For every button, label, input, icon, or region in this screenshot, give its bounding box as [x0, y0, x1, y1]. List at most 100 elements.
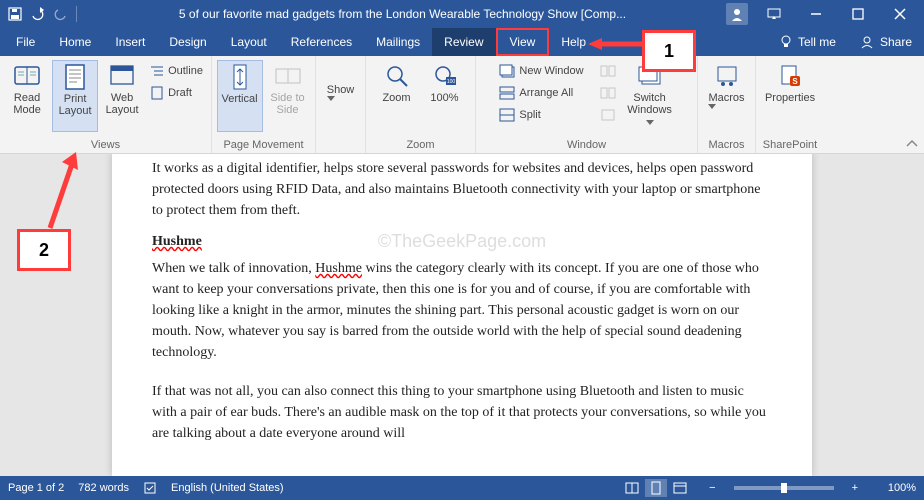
status-print-layout-icon[interactable] [645, 479, 667, 497]
zoom-100-button[interactable]: 100 100% [422, 60, 468, 132]
bulb-icon [780, 35, 792, 49]
tab-mailings[interactable]: Mailings [364, 28, 432, 56]
window-group-label: Window [482, 137, 691, 151]
tell-me-label: Tell me [798, 35, 836, 49]
new-window-button[interactable]: New Window [495, 60, 587, 82]
draft-button[interactable]: Draft [146, 82, 207, 104]
outline-button[interactable]: Outline [146, 60, 207, 82]
side-to-side-icon [272, 62, 304, 90]
callout-2: 2 [17, 229, 71, 271]
split-icon [499, 108, 515, 122]
macros-label: Macros [708, 92, 744, 109]
vertical-icon [224, 63, 256, 91]
zoom-label: Zoom [382, 92, 410, 104]
macros-button[interactable]: Macros [704, 60, 750, 132]
vertical-label: Vertical [221, 93, 257, 105]
zoom-out-icon[interactable]: − [705, 482, 719, 494]
show-button[interactable]: Show [320, 60, 362, 132]
ribbon-options-icon[interactable] [754, 0, 794, 28]
tab-references[interactable]: References [279, 28, 364, 56]
tab-layout[interactable]: Layout [219, 28, 279, 56]
page[interactable]: It works as a digital identifier, helps … [112, 154, 812, 476]
close-icon[interactable] [880, 0, 920, 28]
split-button[interactable]: Split [495, 104, 587, 126]
proofing-icon[interactable] [143, 481, 157, 495]
print-layout-icon [59, 63, 91, 91]
draft-label: Draft [168, 87, 192, 99]
zoom-group-label: Zoom [372, 137, 469, 151]
arrow-1 [588, 36, 644, 52]
document-title: 5 of our favorite mad gadgets from the L… [85, 7, 720, 21]
properties-icon: S [774, 62, 806, 90]
maximize-icon[interactable] [838, 0, 878, 28]
show-label: Show [327, 84, 355, 101]
paragraph[interactable]: If that was not all, you can also connec… [152, 381, 772, 444]
share-label: Share [880, 35, 912, 49]
split-label: Split [519, 109, 540, 121]
tab-review[interactable]: Review [432, 28, 495, 56]
zoom-icon [381, 62, 413, 90]
web-layout-icon [106, 62, 138, 90]
print-layout-button[interactable]: Print Layout [52, 60, 98, 132]
tab-file[interactable]: File [4, 28, 47, 56]
zoom-100-label: 100% [430, 92, 458, 104]
zoom-level[interactable]: 100% [876, 482, 916, 494]
redo-icon[interactable] [54, 7, 68, 21]
user-avatar-icon[interactable] [726, 3, 748, 25]
side-to-side-label: Side to Side [270, 92, 304, 116]
new-window-icon [499, 64, 515, 78]
macros-icon [711, 62, 743, 90]
save-icon[interactable] [8, 7, 22, 21]
properties-label: Properties [765, 92, 815, 104]
document-area[interactable]: It works as a digital identifier, helps … [0, 154, 924, 476]
side-to-side-button[interactable]: Side to Side [265, 60, 311, 132]
tab-insert[interactable]: Insert [103, 28, 157, 56]
draft-icon [150, 86, 164, 100]
page-movement-group-label: Page Movement [218, 137, 309, 151]
minimize-icon[interactable] [796, 0, 836, 28]
share-icon [860, 35, 874, 49]
paragraph[interactable]: When we talk of innovation, Hushme wins … [152, 258, 772, 363]
show-icon [325, 62, 357, 82]
reset-window-button [596, 104, 620, 126]
read-mode-button[interactable]: Read Mode [4, 60, 50, 132]
read-mode-icon [11, 62, 43, 90]
print-layout-label: Print Layout [59, 93, 92, 117]
arrange-all-button[interactable]: Arrange All [495, 82, 587, 104]
outline-label: Outline [168, 65, 203, 77]
collapse-ribbon-icon[interactable] [906, 139, 918, 149]
arrow-2 [40, 148, 84, 232]
paragraph[interactable]: It works as a digital identifier, helps … [152, 158, 772, 221]
heading-hushme[interactable]: Hushme [152, 231, 772, 252]
web-layout-button[interactable]: Web Layout [100, 60, 144, 132]
page-count[interactable]: Page 1 of 2 [8, 482, 64, 494]
zoom-in-icon[interactable]: + [848, 482, 862, 494]
new-window-label: New Window [519, 65, 583, 77]
zoom-slider[interactable] [734, 486, 834, 490]
sync-scroll-button [596, 82, 620, 104]
status-read-mode-icon[interactable] [621, 479, 643, 497]
zoom-button[interactable]: Zoom [374, 60, 420, 132]
word-count[interactable]: 782 words [78, 482, 129, 494]
web-layout-label: Web Layout [106, 92, 139, 116]
properties-button[interactable]: S Properties [761, 60, 819, 132]
outline-icon [150, 65, 164, 77]
svg-text:S: S [792, 77, 798, 86]
callout-1: 1 [642, 30, 696, 72]
read-mode-label: Read Mode [13, 92, 41, 116]
vertical-button[interactable]: Vertical [217, 60, 263, 132]
status-web-layout-icon[interactable] [669, 479, 691, 497]
undo-icon[interactable] [30, 7, 46, 21]
tab-view[interactable]: View [496, 28, 550, 56]
tab-design[interactable]: Design [157, 28, 218, 56]
arrange-all-label: Arrange All [519, 87, 573, 99]
svg-text:100: 100 [446, 79, 455, 85]
language-status[interactable]: English (United States) [171, 482, 284, 494]
views-group-label: Views [6, 137, 205, 151]
arrange-all-icon [499, 86, 515, 100]
tell-me[interactable]: Tell me [768, 28, 848, 56]
view-side-by-side-button [596, 60, 620, 82]
share-button[interactable]: Share [848, 28, 924, 56]
macros-group-label: Macros [704, 137, 749, 151]
tab-home[interactable]: Home [47, 28, 103, 56]
